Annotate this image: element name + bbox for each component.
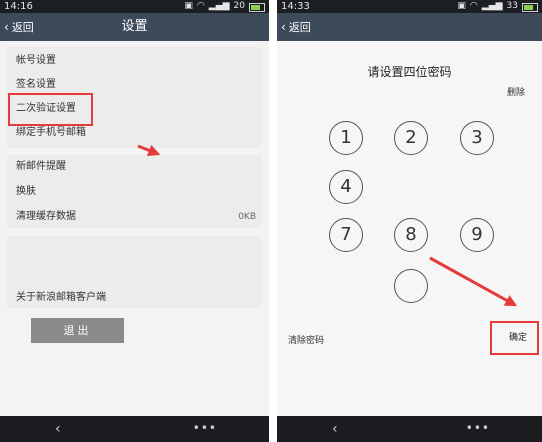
settings-item-account[interactable]: 帐号设置 <box>16 54 56 68</box>
back-button[interactable]: ‹ 返回 <box>0 13 44 41</box>
logout-button[interactable]: 退出 <box>31 318 124 343</box>
settings-item-skin[interactable]: 换肤 <box>16 185 36 199</box>
battery-icon <box>522 3 538 12</box>
wifi-icon: ◠ <box>469 1 478 11</box>
cache-size: 0KB <box>238 212 256 222</box>
pin-setup-screen: 14:33 ▣ ◠ ▂▄▆ 33 ‹ 返回 请设置四位密码 删除 1 2 3 4… <box>277 0 542 442</box>
chevron-left-icon: ‹ <box>281 20 286 34</box>
system-nav-bar: ‹ ••• <box>0 416 269 442</box>
highlight-box <box>490 321 539 355</box>
status-time: 14:33 <box>281 1 310 12</box>
status-time: 14:16 <box>4 1 33 12</box>
keypad-key-3[interactable]: 3 <box>460 121 494 155</box>
back-label: 返回 <box>288 21 311 34</box>
keypad-key-9[interactable]: 9 <box>460 218 494 252</box>
delete-button[interactable]: 删除 <box>507 85 525 98</box>
pin-title: 请设置四位密码 <box>367 65 452 79</box>
settings-item-signature[interactable]: 签名设置 <box>16 78 56 92</box>
image-icon: ▣ <box>457 1 466 11</box>
settings-group-about: 关于新浪邮箱客户端 <box>7 236 262 308</box>
signal-label: 20 <box>233 1 245 11</box>
wifi-icon: ◠ <box>196 1 205 11</box>
system-back-icon[interactable]: ‹ <box>332 416 338 442</box>
nav-bar: ‹ 返回 <box>277 13 542 41</box>
settings-group-general: 新邮件提醒 换肤 清理缓存数据 0KB <box>7 155 262 228</box>
image-icon: ▣ <box>184 1 193 11</box>
settings-item-new-mail-alert[interactable]: 新邮件提醒 <box>16 160 66 174</box>
settings-item-about[interactable]: 关于新浪邮箱客户端 <box>16 291 106 305</box>
battery-icon <box>249 3 265 12</box>
settings-screen: 14:16 ▣ ◠ ▂▄▆ 20 ‹ 返回 设置 帐号设置 签名设置 二次验证设… <box>0 0 269 442</box>
signal-icon: ▂▄▆ <box>481 1 503 11</box>
keypad-key-1[interactable]: 1 <box>329 121 363 155</box>
chevron-left-icon: ‹ <box>4 20 9 34</box>
settings-item-bind-phone-email[interactable]: 绑定手机号邮箱 <box>16 126 86 140</box>
status-bar: 14:33 ▣ ◠ ▂▄▆ 33 <box>277 0 542 13</box>
settings-item-clear-cache[interactable]: 清理缓存数据 <box>16 210 76 224</box>
back-label: 返回 <box>11 21 34 34</box>
system-nav-bar: ‹ ••• <box>277 416 542 442</box>
clear-password-button[interactable]: 清除密码 <box>288 333 324 346</box>
keypad-key-4[interactable]: 4 <box>329 170 363 204</box>
signal-label: 33 <box>506 1 518 11</box>
more-icon[interactable]: ••• <box>193 416 217 442</box>
more-icon[interactable]: ••• <box>466 416 490 442</box>
keypad-key-0[interactable] <box>394 269 428 303</box>
nav-bar: ‹ 返回 设置 <box>0 13 269 41</box>
keypad-key-2[interactable]: 2 <box>394 121 428 155</box>
highlight-box <box>8 93 93 126</box>
keypad-key-7[interactable]: 7 <box>329 218 363 252</box>
system-back-icon[interactable]: ‹ <box>55 416 61 442</box>
status-bar: 14:16 ▣ ◠ ▂▄▆ 20 <box>0 0 269 13</box>
keypad-key-8[interactable]: 8 <box>394 218 428 252</box>
signal-icon: ▂▄▆ <box>208 1 230 11</box>
back-button[interactable]: ‹ 返回 <box>277 13 321 41</box>
